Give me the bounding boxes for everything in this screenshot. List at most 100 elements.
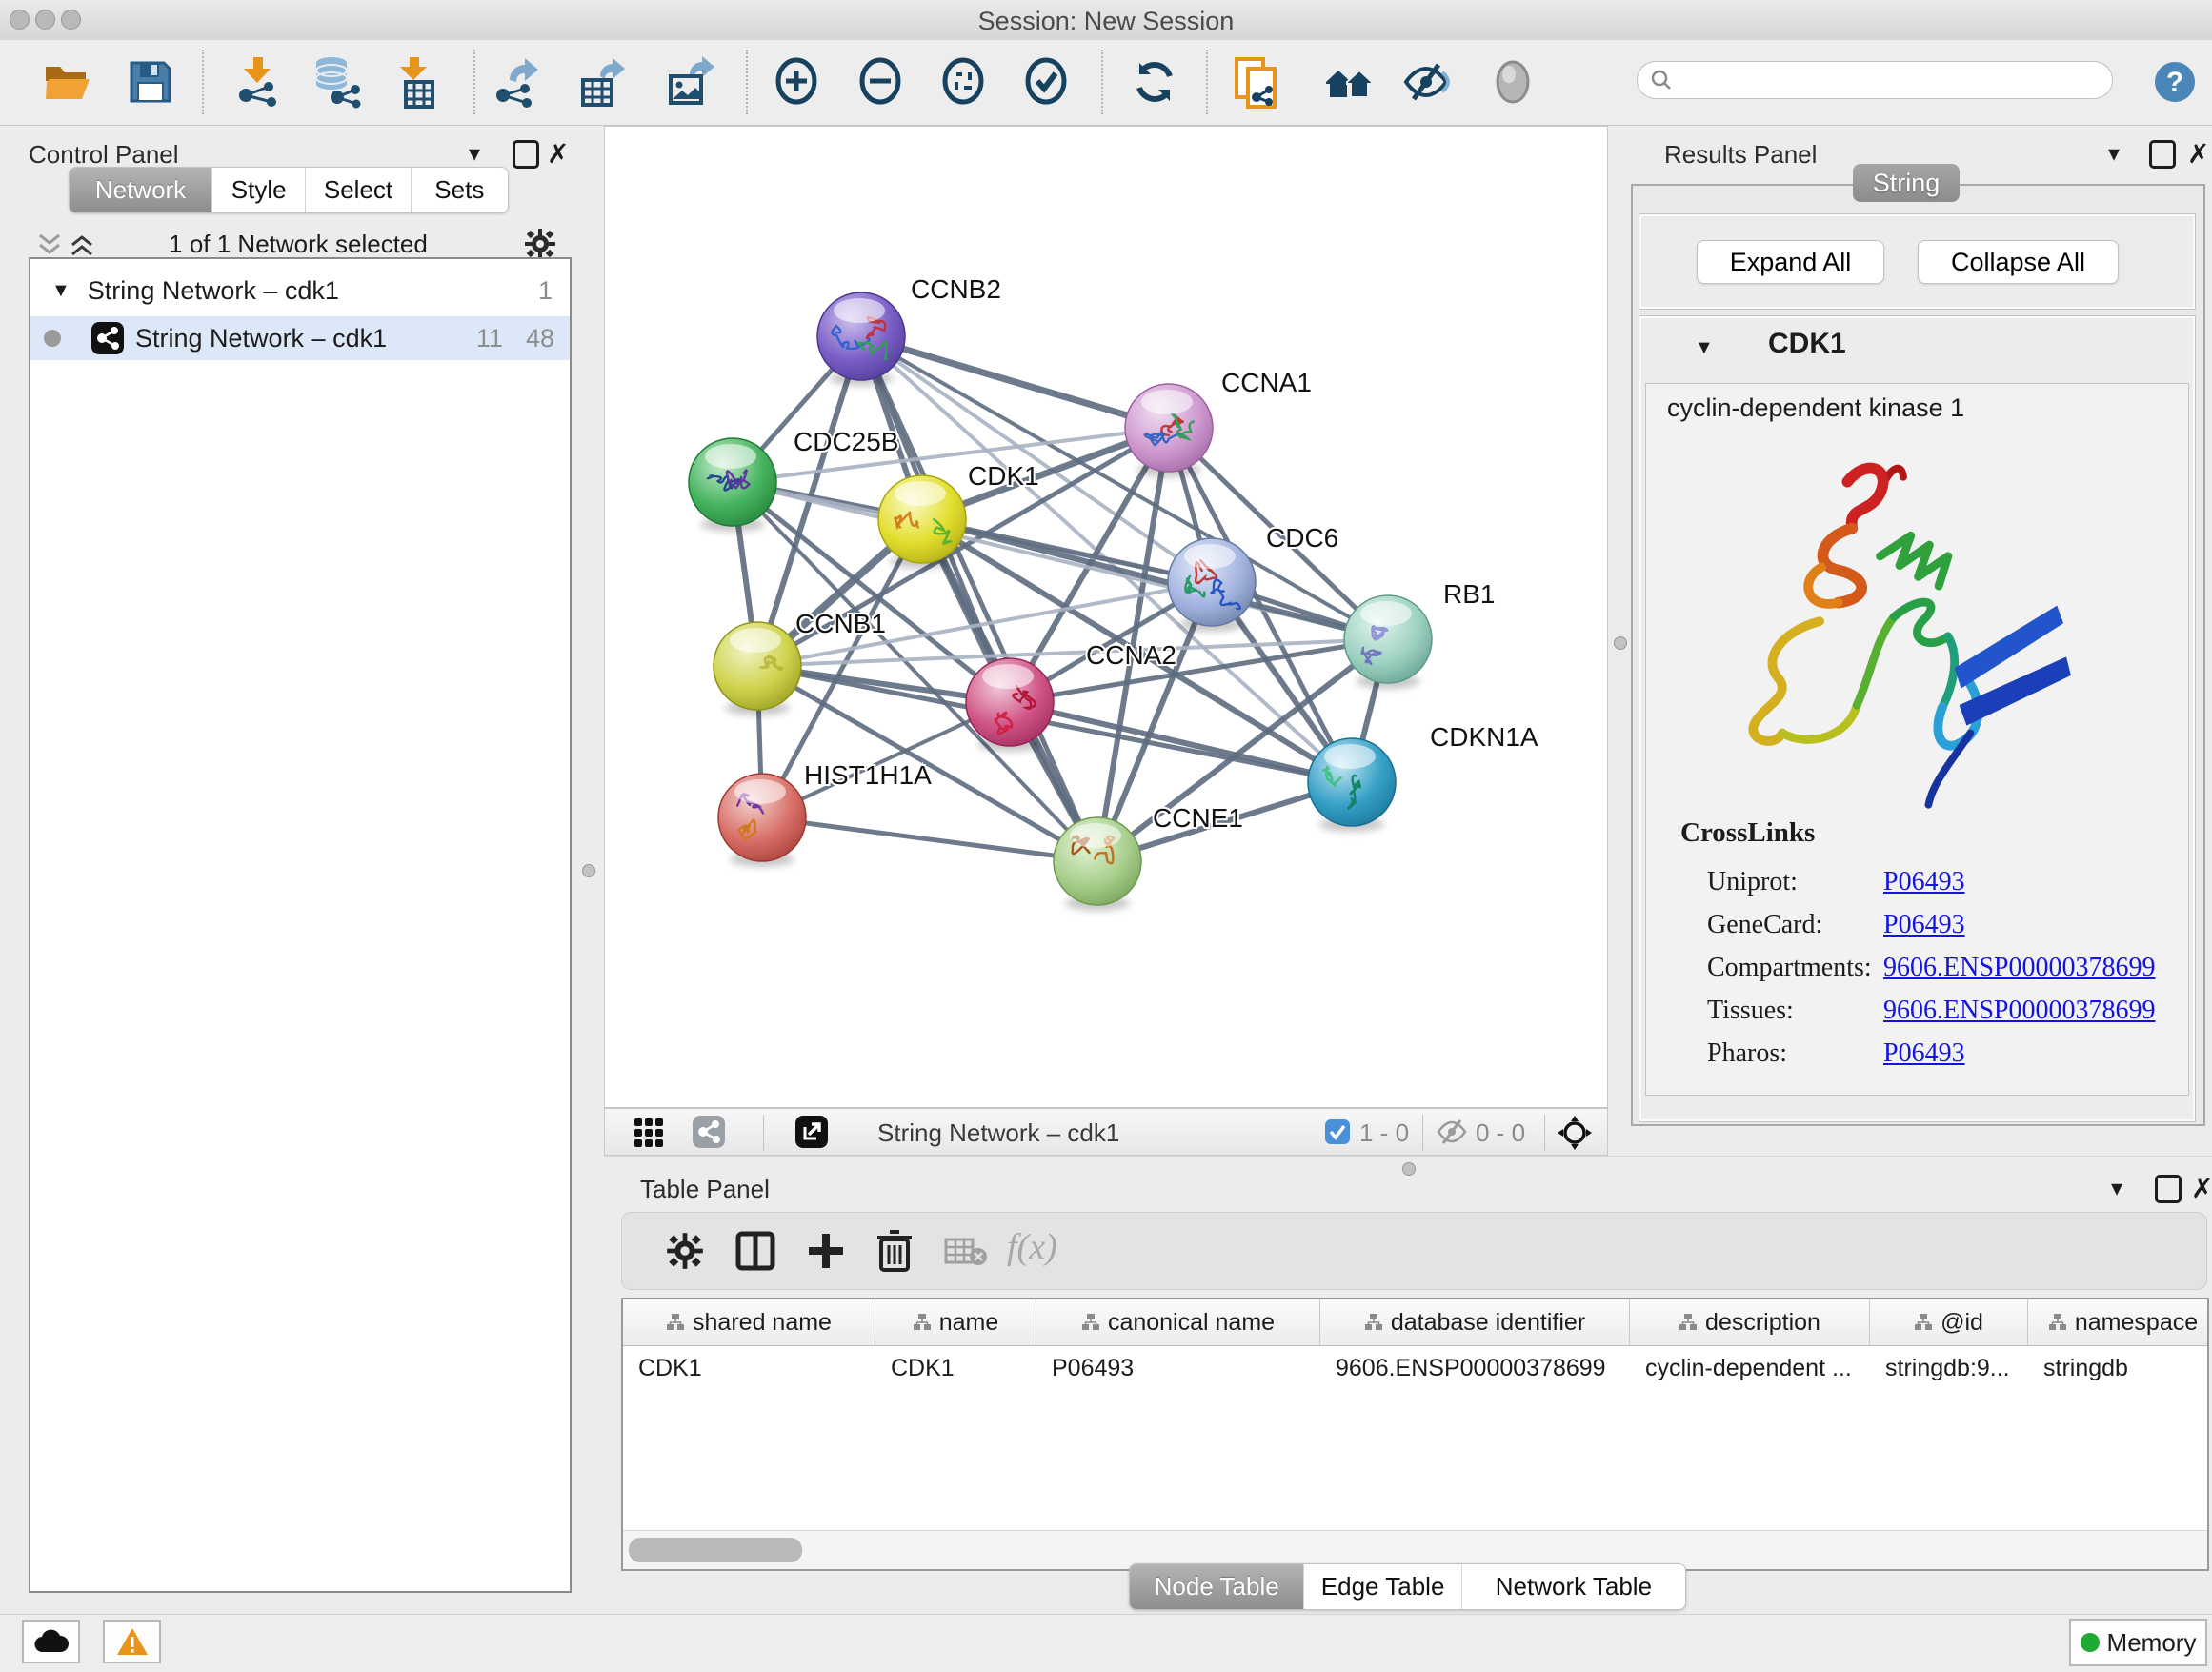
control-panel-close-button[interactable]: ✗ [547, 138, 569, 170]
node-CDC25B[interactable] [689, 438, 776, 532]
cloud-status-button[interactable] [22, 1620, 80, 1663]
table-panel-float-button[interactable] [2155, 1175, 2182, 1203]
crosslink-value-link[interactable]: P06493 [1883, 1038, 1965, 1069]
column-header-shared-name[interactable]: shared name [623, 1299, 875, 1345]
node-CCNA1[interactable] [1125, 384, 1213, 477]
tab-style[interactable]: Style [212, 168, 306, 212]
node-gloss [1141, 390, 1193, 414]
selected-checkbox[interactable] [1325, 1119, 1350, 1144]
grid-view-icon[interactable] [633, 1118, 664, 1148]
crosslink-value-link[interactable]: 9606.ENSP00000378699 [1883, 953, 2155, 983]
node-CCNB1[interactable] [714, 622, 801, 715]
selected-node-edge-count: 1 - 0 [1359, 1118, 1409, 1148]
table-settings-gear-icon[interactable] [666, 1232, 704, 1270]
tab-select[interactable]: Select [306, 168, 411, 212]
show-columns-icon[interactable] [734, 1230, 776, 1272]
crosslink-label: Uniprot: [1707, 867, 1883, 897]
open-session-button[interactable] [39, 53, 96, 111]
column-type-icon [1914, 1313, 1933, 1332]
left-splitter-handle[interactable] [582, 864, 595, 877]
node-CDKN1A[interactable] [1308, 738, 1396, 832]
control-panel-menu-caret[interactable]: ▾ [469, 140, 480, 168]
results-panel-menu-caret[interactable]: ▾ [2108, 140, 2120, 168]
node-CCNE1[interactable] [1054, 817, 1141, 911]
gear-icon[interactable] [524, 228, 556, 260]
results-panel-close-button[interactable]: ✗ [2187, 138, 2209, 170]
import-network-from-database-button[interactable] [307, 53, 364, 111]
expand-all-button[interactable]: Expand All [1697, 240, 1884, 284]
import-table-button[interactable] [387, 53, 444, 111]
toolbar-separator [1206, 50, 1208, 114]
warnings-button[interactable] [103, 1620, 161, 1663]
zoom-in-button[interactable] [768, 53, 825, 111]
edge-CCNB2-CCNA1[interactable] [861, 336, 1169, 428]
network-from-selection-button[interactable] [1227, 53, 1284, 111]
help-button[interactable]: ? [2146, 53, 2203, 111]
search-input[interactable] [1674, 66, 2112, 94]
save-session-button[interactable] [122, 53, 179, 111]
export-table-button[interactable] [573, 53, 631, 111]
tab-string[interactable]: String [1853, 164, 1960, 202]
collapse-all-button[interactable]: Collapse All [1918, 240, 2119, 284]
column-header-namespace[interactable]: namespace [2028, 1299, 2209, 1345]
node-CDC6[interactable] [1168, 538, 1256, 632]
node-gloss [1324, 744, 1376, 769]
toolbar-separator [202, 50, 204, 114]
show-all-button[interactable] [1484, 53, 1541, 111]
cloud-icon [33, 1629, 70, 1654]
collection-count: 1 [538, 276, 553, 306]
export-image-button[interactable] [661, 53, 718, 111]
memory-button[interactable]: Memory [2069, 1619, 2207, 1666]
edge-CCNE1-HIST1H1A[interactable] [762, 817, 1097, 861]
crosslink-value-link[interactable]: P06493 [1883, 867, 1965, 897]
table-row[interactable]: CDK1CDK1P064939606.ENSP00000378699cyclin… [623, 1346, 2207, 1390]
tab-network-table[interactable]: Network Table [1462, 1564, 1685, 1609]
column-header-canonical-name[interactable]: canonical name [1036, 1299, 1320, 1345]
column-header-description[interactable]: description [1630, 1299, 1870, 1345]
export-network-button[interactable] [489, 53, 546, 111]
results-panel-float-button[interactable] [2149, 140, 2176, 169]
table-panel-menu-caret[interactable]: ▾ [2111, 1175, 2122, 1202]
crosslink-value-link[interactable]: 9606.ENSP00000378699 [1883, 996, 2155, 1026]
column-header-database-identifier[interactable]: database identifier [1320, 1299, 1630, 1345]
zoom-out-button[interactable] [852, 53, 909, 111]
node-gloss [730, 628, 781, 653]
network-icon-button[interactable] [693, 1116, 725, 1148]
crosslink-label: GeneCard: [1707, 910, 1883, 940]
hide-selected-button[interactable] [1398, 53, 1456, 111]
tab-network[interactable]: Network [70, 168, 212, 212]
network-graph[interactable]: CCNB2CCNA1CDC25BCDK1CDC6RB1CCNB1CCNA2CDK… [605, 127, 1607, 1107]
zoom-fit-button[interactable] [935, 53, 992, 111]
crosslink-label: Compartments: [1707, 953, 1883, 983]
delete-column-trash-icon[interactable] [874, 1228, 915, 1272]
node-HIST1H1A[interactable] [718, 774, 806, 867]
tab-node-table[interactable]: Node Table [1130, 1564, 1304, 1609]
network-tree-row-selected[interactable]: String Network – cdk1 11 48 [30, 316, 570, 360]
window-title: Session: New Session [0, 7, 2212, 36]
open-in-window-button[interactable] [795, 1116, 828, 1148]
node-RB1[interactable] [1344, 595, 1432, 689]
network-canvas[interactable]: CCNB2CCNA1CDC25BCDK1CDC6RB1CCNB1CCNA2CDK… [604, 126, 1608, 1108]
column-header-name[interactable]: name [875, 1299, 1036, 1345]
import-network-file-button[interactable] [229, 53, 286, 111]
add-column-icon[interactable] [805, 1230, 847, 1272]
scrollbar-thumb[interactable] [629, 1538, 802, 1562]
table-cell: CDK1 [875, 1346, 1036, 1390]
function-builder-button: f(x) [1007, 1226, 1057, 1268]
crosslink-value-link[interactable]: P06493 [1883, 910, 1965, 940]
column-header--id[interactable]: @id [1870, 1299, 2028, 1345]
tab-edge-table[interactable]: Edge Table [1304, 1564, 1461, 1609]
node-label-CCNA2: CCNA2 [1086, 640, 1176, 670]
zoom-selected-button[interactable] [1017, 53, 1075, 111]
edge-CCNA2-CDKN1A[interactable] [1010, 702, 1352, 782]
tree-expand-caret[interactable]: ▼ [51, 280, 70, 302]
birds-eye-toggle-icon[interactable] [1556, 1114, 1594, 1152]
control-panel-float-button[interactable] [513, 140, 539, 169]
tab-sets[interactable]: Sets [412, 168, 508, 212]
table-panel-close-button[interactable]: ✗ [2191, 1173, 2212, 1204]
gene-collapse-caret[interactable]: ▼ [1695, 337, 1714, 359]
network-tree-root-row[interactable]: ▼ String Network – cdk1 1 [30, 271, 570, 311]
column-type-icon [1081, 1313, 1100, 1332]
refresh-button[interactable] [1126, 53, 1183, 111]
first-neighbors-button[interactable] [1320, 53, 1377, 111]
